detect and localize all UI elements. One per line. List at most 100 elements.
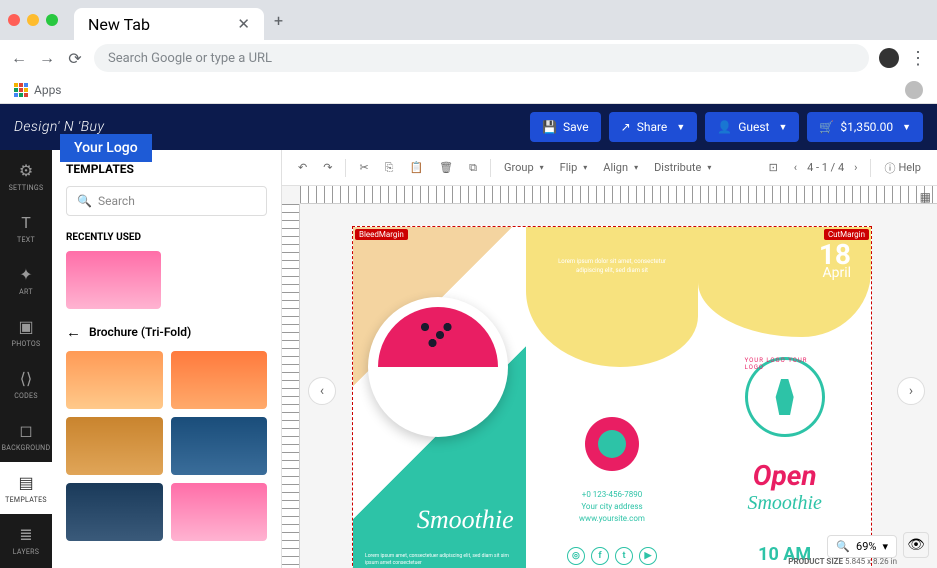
canvas-toolbar: ↶ ↷ ✂ ⎘ 📋 🗑 ⧉ Group Flip Align Distribut…: [282, 150, 937, 186]
social-icons: ◎ f t ▶: [526, 547, 699, 565]
profile-avatar[interactable]: [879, 48, 899, 68]
trifold-panel-2[interactable]: Lorem ipsum dolor sit amet, consectetur …: [526, 227, 699, 568]
zoom-icon: 🔍: [836, 540, 850, 553]
template-thumb[interactable]: [171, 351, 268, 409]
share-button[interactable]: ↗Share▼: [609, 112, 698, 142]
sidebar-item-text[interactable]: TTEXT: [0, 202, 52, 254]
ruler-horizontal: [300, 186, 937, 204]
app-logo: Design' N 'Buy: [14, 119, 104, 135]
breadcrumb-label: Brochure (Tri-Fold): [89, 325, 191, 339]
facebook-icon: f: [591, 547, 609, 565]
page-prev[interactable]: ‹: [788, 157, 803, 178]
breadcrumb: ← Brochure (Tri-Fold): [66, 323, 267, 341]
preview-button[interactable]: 👁: [903, 532, 929, 558]
template-thumb[interactable]: [66, 417, 163, 475]
apps-icon[interactable]: [14, 83, 28, 97]
template-thumb[interactable]: [66, 351, 163, 409]
page-indicator: 4 - 1 / 4: [807, 161, 844, 174]
smoothie-description: Lorem ipsum amet, consectetuer adipiscin…: [365, 553, 514, 567]
youtube-icon: ▶: [639, 547, 657, 565]
design-canvas[interactable]: BleedMargin CutMargin SafeMargin Smoothi…: [352, 226, 872, 568]
browser-tab[interactable]: New Tab ✕: [74, 8, 264, 40]
align-dropdown[interactable]: Align: [597, 157, 644, 178]
open-text: OpenSmoothie: [698, 459, 871, 515]
close-window[interactable]: [8, 14, 20, 26]
chevron-down-icon: ▼: [676, 122, 685, 133]
bookmarks-bar: Apps: [0, 76, 937, 104]
sidebar-item-settings[interactable]: ⚙SETTINGS: [0, 150, 52, 202]
apps-label[interactable]: Apps: [34, 83, 62, 97]
zoom-control[interactable]: 🔍69%▾: [827, 535, 897, 558]
layers-icon: ≣: [16, 525, 36, 545]
extension-icon[interactable]: [905, 81, 923, 99]
breadcrumb-back[interactable]: ←: [66, 323, 81, 341]
reload-icon[interactable]: ⟳: [66, 49, 84, 67]
template-icon: ▤: [16, 473, 36, 493]
help-button[interactable]: ⓘ Help: [878, 156, 927, 180]
maximize-window[interactable]: [46, 14, 58, 26]
template-thumb[interactable]: [66, 483, 163, 541]
photo-icon: ▣: [16, 317, 36, 337]
save-icon: 💾: [542, 120, 557, 134]
forward-icon[interactable]: →: [38, 49, 56, 67]
price-button[interactable]: 🛒$1,350.00▼: [807, 112, 923, 142]
paste-button[interactable]: 📋: [403, 157, 429, 178]
panel-title: TEMPLATES: [66, 162, 267, 176]
back-icon[interactable]: ←: [10, 49, 28, 67]
art-icon: ✦: [16, 265, 36, 285]
new-tab-button[interactable]: +: [274, 11, 283, 30]
sidebar-item-codes[interactable]: ⟨⟩CODES: [0, 358, 52, 410]
trifold-panel-1[interactable]: Smoothie Lorem ipsum amet, consectetuer …: [353, 227, 526, 568]
group-dropdown[interactable]: Group: [498, 157, 550, 178]
templates-panel: TEMPLATES 🔍Search RECENTLY USED ← Brochu…: [52, 150, 282, 568]
template-thumb[interactable]: [171, 483, 268, 541]
sidebar-item-layers[interactable]: ≣LAYERS: [0, 514, 52, 566]
sidebar-item-background[interactable]: ◻BACKGROUND: [0, 410, 52, 462]
circular-logo: [745, 357, 825, 437]
search-input[interactable]: 🔍Search: [66, 186, 267, 216]
grid-toggle-icon[interactable]: ▦: [920, 190, 931, 204]
window-traffic-lights: [8, 14, 58, 26]
delete-button[interactable]: 🗑: [433, 157, 459, 178]
ruler-vertical: [282, 204, 300, 568]
your-logo-badge: Your Logo: [60, 134, 152, 162]
logo-stamp: [585, 417, 639, 471]
minimize-window[interactable]: [27, 14, 39, 26]
smoothie-bowl-image: [368, 297, 508, 437]
yellow-blob-shape: [526, 227, 699, 367]
page-next[interactable]: ›: [848, 157, 863, 178]
code-icon: ⟨⟩: [16, 369, 36, 389]
duplicate-button[interactable]: ⧉: [463, 157, 483, 179]
canvas-viewport[interactable]: ▦ ‹ › BleedMargin CutMargin SafeMargin S…: [282, 186, 937, 568]
cut-button[interactable]: ✂: [353, 157, 374, 178]
chevron-down-icon: ▼: [778, 122, 787, 133]
url-input[interactable]: Search Google or type a URL: [94, 44, 869, 72]
undo-button[interactable]: ↶: [292, 157, 313, 178]
flip-dropdown[interactable]: Flip: [554, 157, 594, 178]
sidebar-item-photos[interactable]: ▣PHOTOS: [0, 306, 52, 358]
bleed-margin-label: BleedMargin: [355, 229, 408, 240]
fit-button[interactable]: ⊡: [763, 157, 784, 178]
redo-button[interactable]: ↷: [317, 157, 338, 178]
canvas-next[interactable]: ›: [897, 377, 925, 405]
twitter-icon: t: [615, 547, 633, 565]
canvas-area: ↶ ↷ ✂ ⎘ 📋 🗑 ⧉ Group Flip Align Distribut…: [282, 150, 937, 568]
tab-title: New Tab: [88, 15, 150, 34]
copy-button[interactable]: ⎘: [379, 157, 400, 179]
sidebar-item-templates[interactable]: ▤TEMPLATES: [0, 462, 52, 514]
trifold-panel-3[interactable]: 18April OpenSmoothie 10 AM: [698, 227, 871, 568]
distribute-dropdown[interactable]: Distribute: [648, 157, 717, 178]
save-button[interactable]: 💾Save: [530, 112, 601, 142]
browser-menu-icon[interactable]: ⋮: [909, 48, 927, 69]
workspace: ⚙SETTINGS TTEXT ✦ART ▣PHOTOS ⟨⟩CODES ◻BA…: [0, 150, 937, 568]
instagram-icon: ◎: [567, 547, 585, 565]
sidebar-item-art[interactable]: ✦ART: [0, 254, 52, 306]
template-thumb-recent[interactable]: [66, 251, 161, 309]
canvas-prev[interactable]: ‹: [308, 377, 336, 405]
trifold-panels: Smoothie Lorem ipsum amet, consectetuer …: [353, 227, 871, 568]
contact-info: +0 123-456-7890 Your city address www.yo…: [526, 489, 699, 525]
chevron-down-icon: ▼: [902, 122, 911, 133]
close-tab-icon[interactable]: ✕: [237, 15, 250, 33]
template-thumb[interactable]: [171, 417, 268, 475]
guest-button[interactable]: 👤Guest▼: [705, 112, 799, 142]
